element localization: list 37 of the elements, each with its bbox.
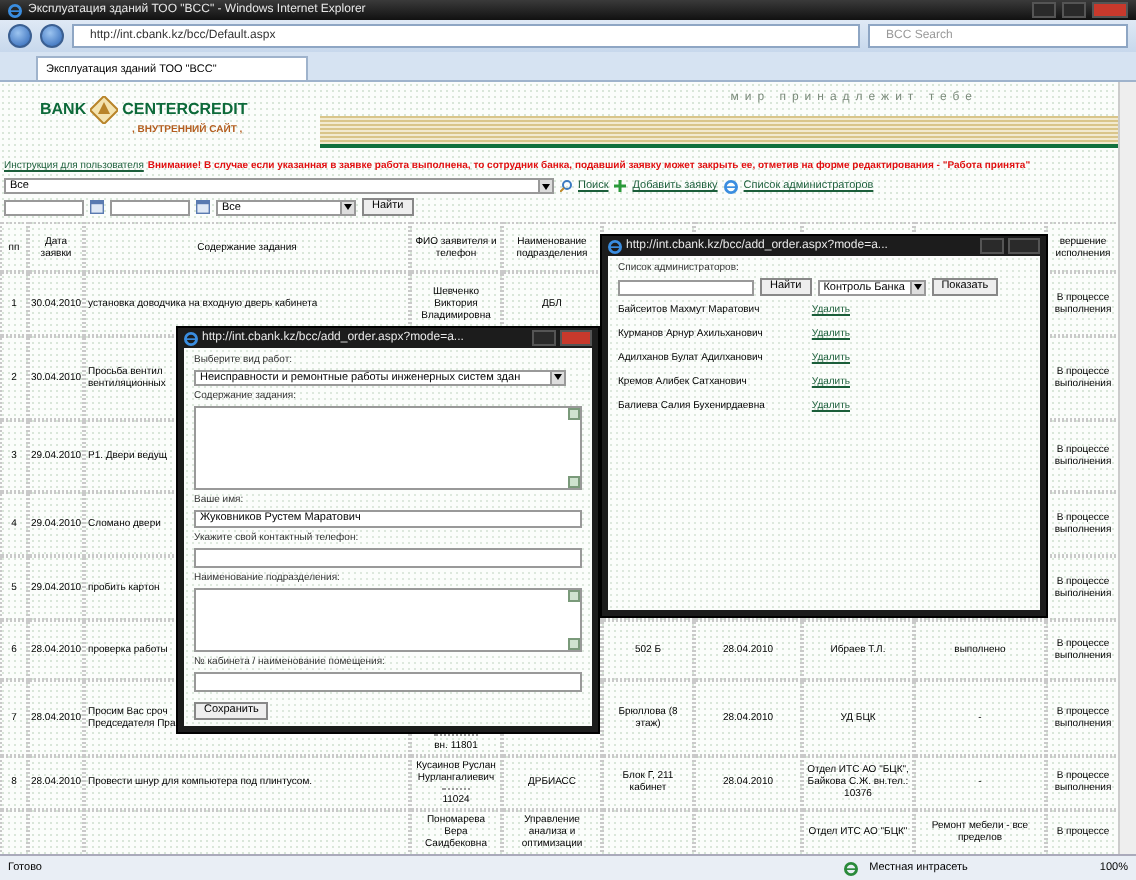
logo-text: BANK xyxy=(40,100,87,118)
caret-icon xyxy=(344,204,352,210)
close-button[interactable] xyxy=(560,330,592,346)
caret-icon xyxy=(542,183,550,189)
input-field[interactable] xyxy=(194,672,582,692)
back-button[interactable] xyxy=(8,24,32,48)
logo-emblem-icon xyxy=(90,95,119,123)
browser-icon xyxy=(843,861,858,875)
minimize-button[interactable] xyxy=(1032,2,1056,18)
text-area[interactable] xyxy=(194,588,582,653)
scroll-down-icon[interactable] xyxy=(568,638,580,651)
minimize-button[interactable] xyxy=(980,238,1004,254)
logo-text: CENTERCREDIT xyxy=(122,100,248,118)
scroll-up-icon[interactable] xyxy=(568,590,580,603)
date-field[interactable] xyxy=(4,199,84,215)
input-field[interactable] xyxy=(194,548,582,569)
caret-icon xyxy=(554,374,562,381)
browser-icon xyxy=(723,179,738,193)
text-area[interactable] xyxy=(194,405,582,490)
search-icon xyxy=(560,180,572,192)
browser-icon xyxy=(608,239,622,253)
calendar-icon[interactable] xyxy=(90,200,104,214)
close-button[interactable] xyxy=(1092,2,1128,18)
forward-button[interactable] xyxy=(40,24,64,48)
plus-icon xyxy=(614,180,627,192)
date-field[interactable] xyxy=(110,199,190,215)
browser-icon xyxy=(184,331,198,345)
scroll-up-icon[interactable] xyxy=(568,407,580,420)
minimize-button[interactable] xyxy=(532,330,556,346)
calendar-icon[interactable] xyxy=(196,200,210,214)
search-field[interactable] xyxy=(618,279,754,295)
scroll-down-icon[interactable] xyxy=(568,475,580,488)
browser-icon xyxy=(8,3,22,17)
maximize-button[interactable] xyxy=(1062,2,1086,18)
close-button[interactable] xyxy=(1008,238,1040,254)
scrollbar[interactable] xyxy=(1118,82,1136,854)
caret-icon xyxy=(913,284,922,290)
